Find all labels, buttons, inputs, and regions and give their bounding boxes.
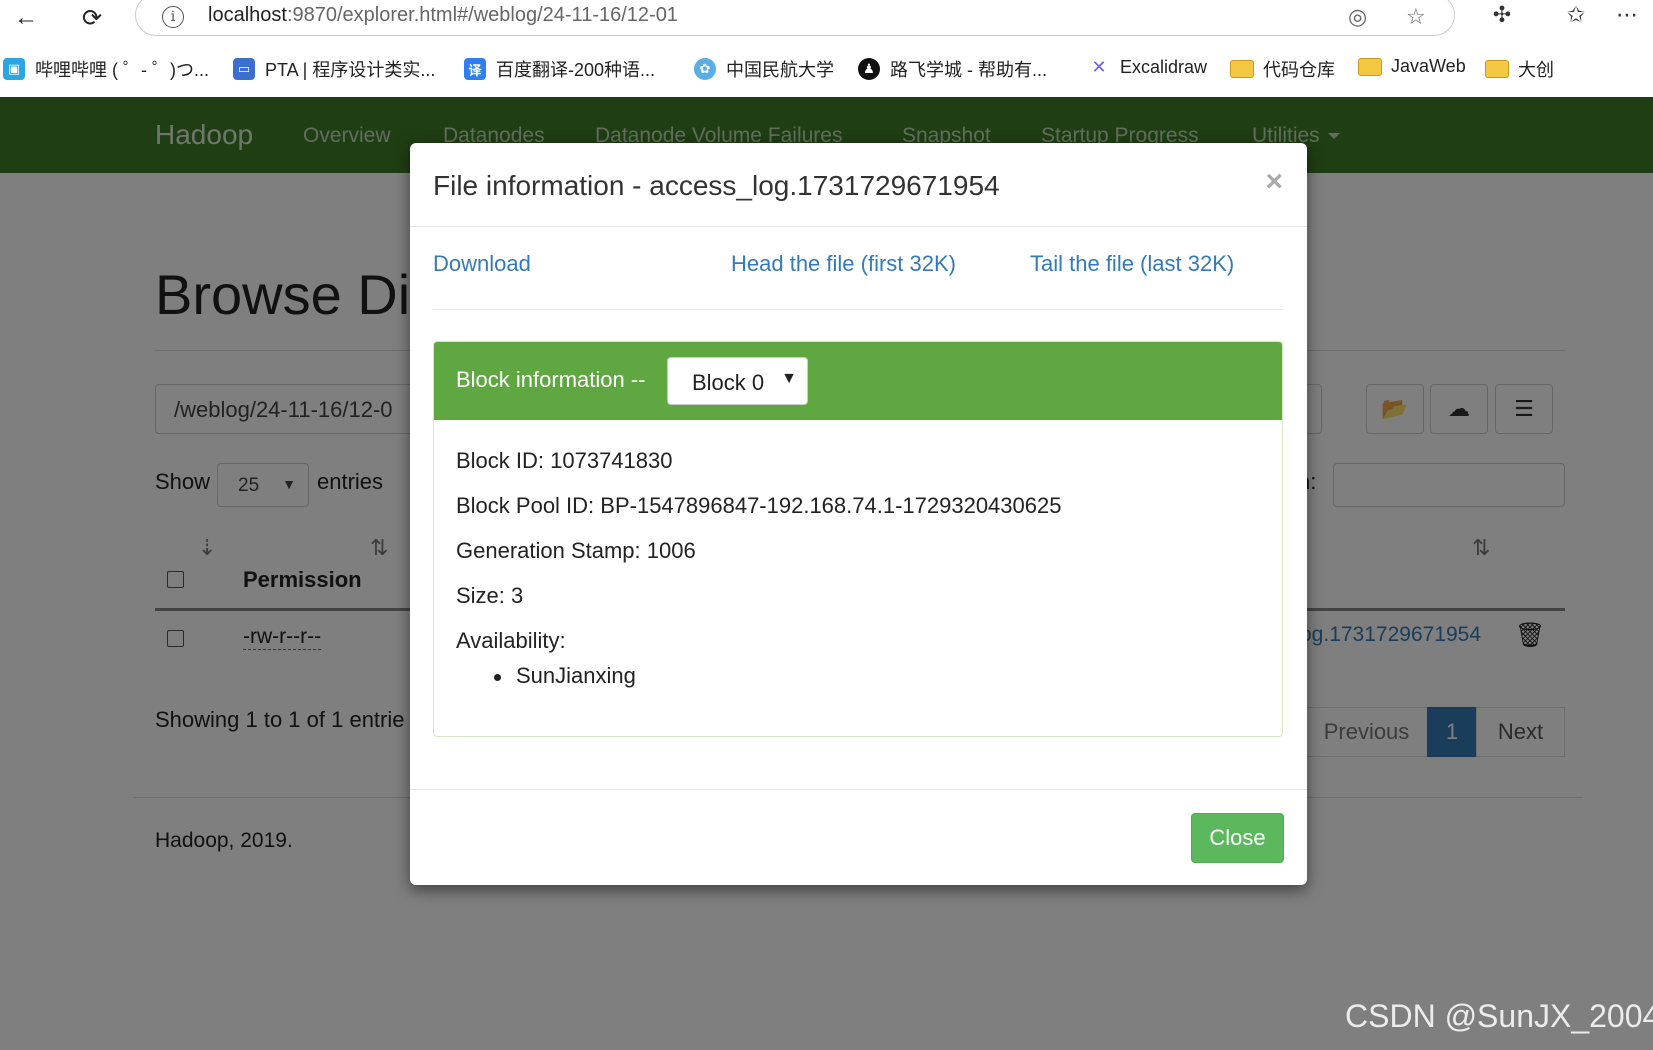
close-button[interactable]: Close [1191, 813, 1284, 863]
watermark: CSDN @SunJX_2004 [1345, 998, 1653, 1034]
extensions-icon[interactable]: ✣ [1485, 2, 1519, 28]
folder-icon [1230, 60, 1254, 78]
translate-icon: 译 [464, 58, 486, 80]
site-info-icon[interactable]: i [162, 6, 184, 28]
block-information-heading: Block information -- [456, 367, 646, 392]
bookmark-folder-javaweb[interactable]: JavaWeb [1358, 56, 1466, 77]
bookmark-excalidraw[interactable]: ✕ Excalidraw [1088, 56, 1207, 78]
bookmark-cauc[interactable]: ✿ 中国民航大学 [694, 56, 834, 82]
favorite-star-icon[interactable]: ☆ [1406, 4, 1426, 30]
bookmark-baidu-translate[interactable]: 译百度翻译-200种语... [464, 56, 655, 82]
block-select-value: Block 0 [692, 370, 765, 395]
browser-toolbar: ← ⟳ i localhost:9870/explorer.html#/webl… [0, 0, 1653, 37]
tail-file-link[interactable]: Tail the file (last 32K) [1030, 251, 1234, 277]
pta-icon: ▭ [233, 58, 255, 80]
download-link[interactable]: Download [433, 251, 531, 277]
cauc-icon: ✿ [694, 58, 716, 80]
bookmark-pta[interactable]: ▭ PTA | 程序设计类实... [233, 56, 435, 82]
list-bullet [494, 674, 501, 681]
block-id: Block ID: 1073741830 [456, 448, 673, 473]
block-pool-id: Block Pool ID: BP-1547896847-192.168.74.… [456, 493, 1062, 518]
reload-icon[interactable]: ⟳ [74, 2, 110, 34]
modal-title: File information - access_log.1731729671… [433, 170, 1000, 201]
block-panel-heading: Block information -- Block 0 ▼ [434, 342, 1282, 420]
block-select[interactable]: Block 0 ▼ [667, 357, 808, 405]
bookmarks-bar: ▣ 哔哩哔哩 ( ゜- ゜)つ... ▭ PTA | 程序设计类实... 译百度翻译… [0, 52, 1653, 88]
generation-stamp: Generation Stamp: 1006 [456, 538, 696, 563]
file-information-modal: File information - access_log.1731729671… [410, 143, 1307, 885]
url-text[interactable]: localhost:9870/explorer.html#/weblog/24-… [208, 4, 678, 27]
availability-host: SunJianxing [516, 663, 636, 688]
more-menu-icon[interactable]: ⋯ [1610, 2, 1644, 28]
favorites-icon[interactable]: ✩ [1559, 2, 1593, 28]
head-file-link[interactable]: Head the file (first 32K) [731, 251, 956, 277]
bookmark-folder-code[interactable]: 代码仓库 [1230, 56, 1335, 82]
excalidraw-icon: ✕ [1088, 56, 1110, 78]
luffy-icon: ♟ [858, 58, 880, 80]
block-size: Size: 3 [456, 583, 524, 608]
modal-footer: Close [410, 789, 1307, 885]
address-bar[interactable]: i localhost:9870/explorer.html#/weblog/2… [135, 0, 1455, 36]
bilibili-icon: ▣ [3, 58, 25, 80]
bookmark-luffy[interactable]: ♟ 路飞学城 - 帮助有... [858, 56, 1047, 82]
read-aloud-icon[interactable]: ◎ [1348, 4, 1367, 30]
folder-icon [1358, 57, 1382, 76]
back-icon[interactable]: ← [8, 2, 44, 34]
chevron-down-icon: ▼ [781, 370, 797, 387]
modal-header: File information - access_log.1731729671… [410, 143, 1307, 227]
block-information-panel: Block information -- Block 0 ▼ Block ID: … [433, 341, 1283, 737]
folder-icon [1485, 60, 1509, 78]
bookmark-folder-dachuang[interactable]: 大创 [1485, 56, 1554, 82]
close-icon[interactable]: × [1265, 165, 1283, 199]
divider [433, 309, 1283, 310]
bookmark-bilibili[interactable]: ▣ 哔哩哔哩 ( ゜- ゜)つ... [3, 56, 209, 82]
availability-label: Availability: [456, 628, 566, 653]
